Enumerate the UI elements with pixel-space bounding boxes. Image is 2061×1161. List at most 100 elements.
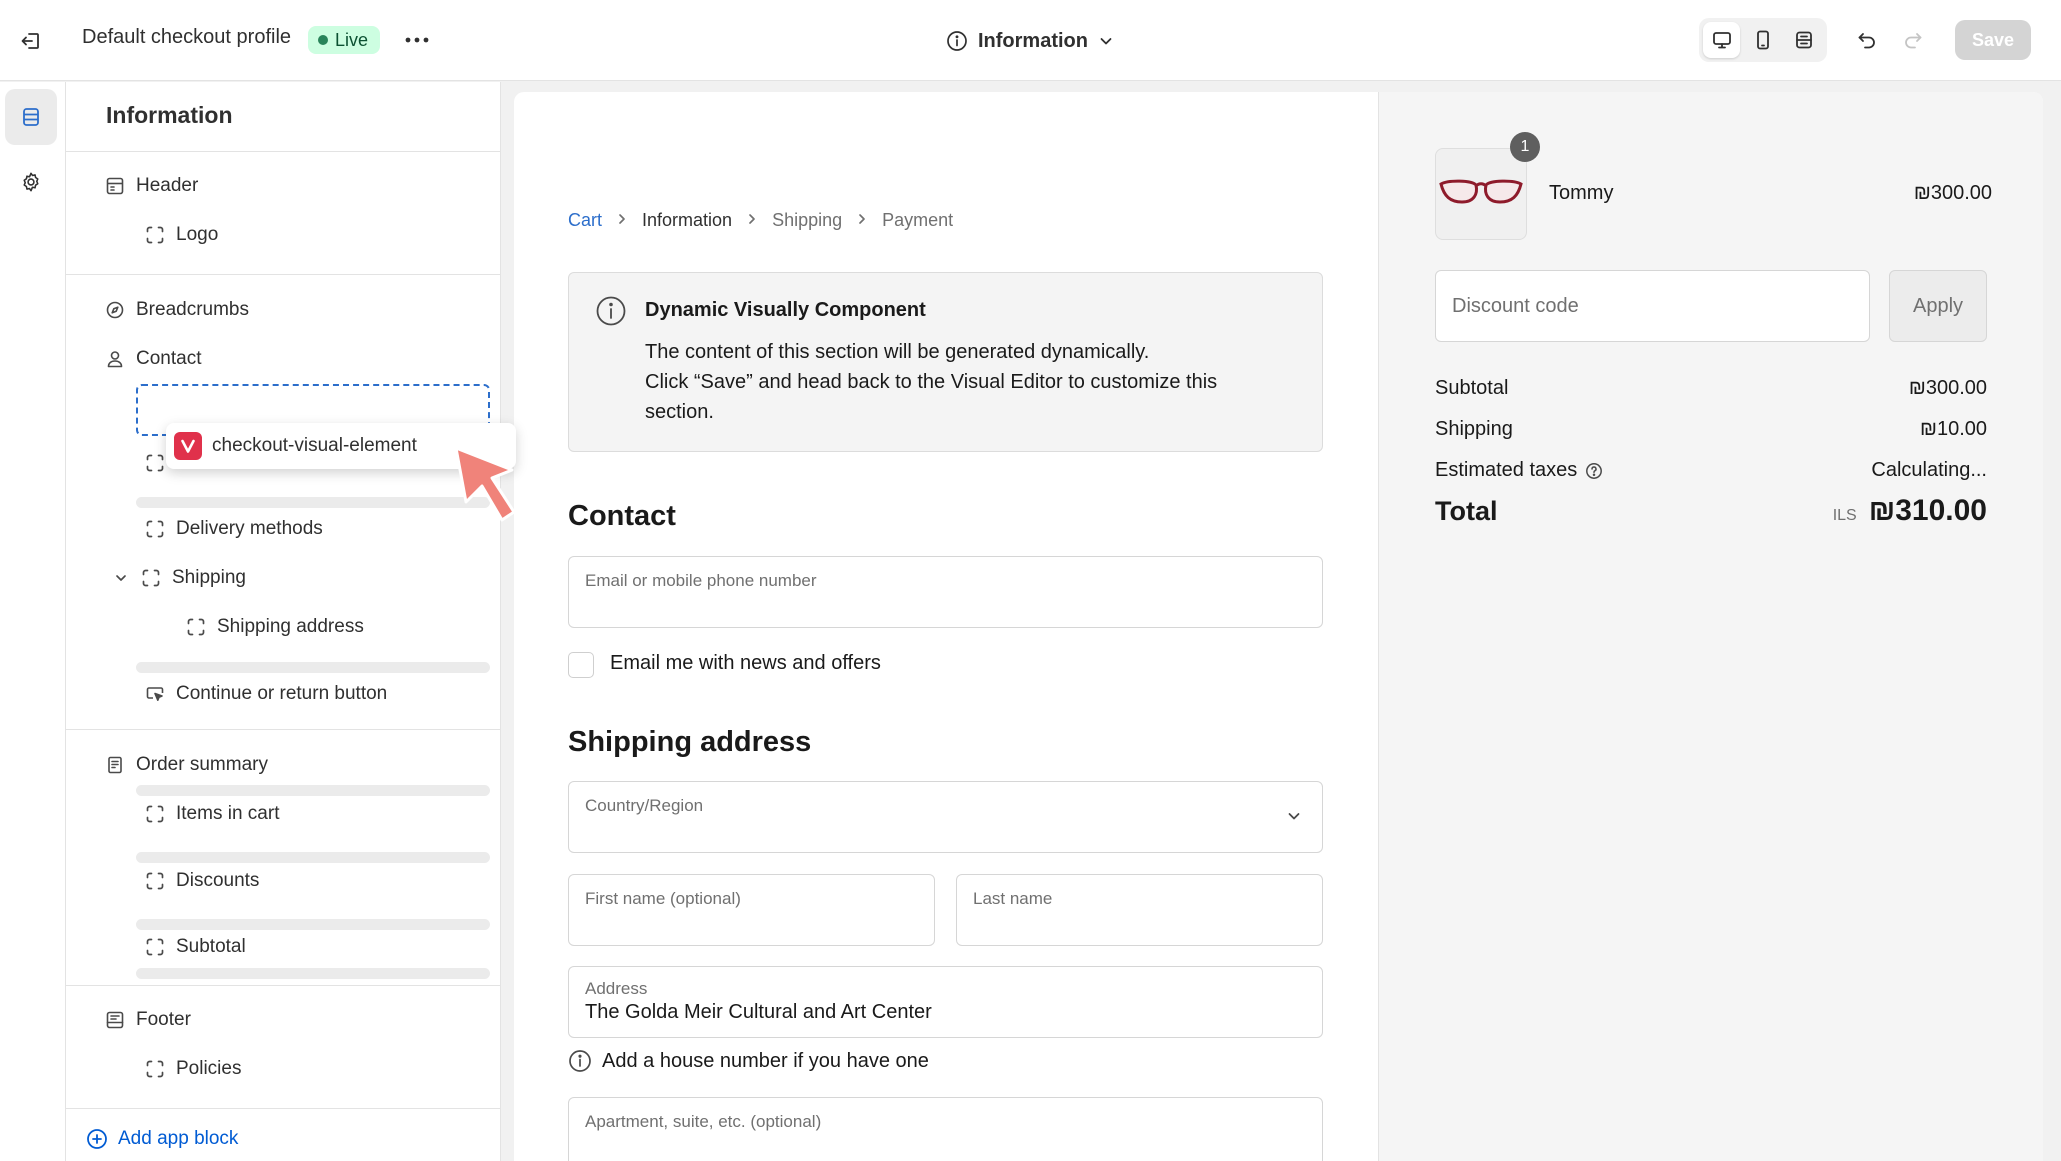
compass-icon xyxy=(104,299,126,321)
apply-discount-button[interactable]: Apply xyxy=(1889,270,1987,342)
address-field[interactable]: Address The Golda Meir Cultural and Art … xyxy=(568,966,1323,1038)
shipping-value: ₪10.00 xyxy=(1919,418,1987,440)
sidebar-item-label: Contact xyxy=(136,348,202,369)
scrollbar-track[interactable] xyxy=(2047,82,2061,1161)
chevron-down-icon xyxy=(1288,813,1300,820)
subtotal-value: ₪300.00 xyxy=(1908,377,1987,399)
sidebar-item-label: Shipping xyxy=(172,567,246,588)
save-button[interactable]: Save xyxy=(1955,20,2031,60)
drop-target-bar xyxy=(136,919,490,930)
plus-circle-icon xyxy=(87,1129,107,1149)
product-name: Tommy xyxy=(1549,182,1614,204)
total-currency: ILS xyxy=(1832,507,1857,524)
sidebar-item-label: Subtotal xyxy=(176,936,246,957)
sidebar-item-discounts[interactable]: Discounts xyxy=(144,866,259,896)
sidebar-item-order-summary[interactable]: Order summary xyxy=(104,750,268,780)
country-select[interactable]: Country/Region xyxy=(568,781,1323,853)
exit-icon[interactable] xyxy=(14,24,48,58)
chevron-right-icon xyxy=(616,212,628,230)
mobile-view-icon[interactable] xyxy=(1744,22,1781,58)
divider xyxy=(66,1108,500,1109)
sidebar-item-continue-button[interactable]: Continue or return button xyxy=(144,679,387,709)
block-dashed-icon xyxy=(144,803,166,825)
sidebar-item-label: Footer xyxy=(136,1009,191,1030)
breadcrumb-payment: Payment xyxy=(882,210,954,230)
sidebar-item-label: Items in cart xyxy=(176,803,280,824)
sidebar-item-shipping[interactable]: Shipping xyxy=(112,563,246,593)
full-width-view-icon[interactable] xyxy=(1786,22,1823,58)
sidebar-item-hidden-block[interactable] xyxy=(144,448,166,478)
info-icon xyxy=(569,1050,591,1072)
dragged-block-label: checkout-visual-element xyxy=(212,435,417,456)
house-number-hint: Add a house number if you have one xyxy=(568,1049,929,1073)
sidebar-item-footer[interactable]: Footer xyxy=(104,1005,191,1035)
block-dashed-icon xyxy=(144,870,166,892)
email-field-label: Email or mobile phone number xyxy=(585,571,817,590)
sidebar-item-header[interactable]: Header xyxy=(104,171,198,201)
drop-target-bar xyxy=(136,662,490,673)
undo-icon[interactable] xyxy=(1848,22,1886,58)
settings-gear-icon[interactable] xyxy=(5,154,57,210)
breadcrumb-cart[interactable]: Cart xyxy=(568,210,602,231)
sidebar-item-shipping-address[interactable]: Shipping address xyxy=(185,612,364,642)
chevron-down-icon[interactable] xyxy=(112,567,130,589)
help-circle-icon[interactable] xyxy=(1585,462,1603,480)
address-value: The Golda Meir Cultural and Art Center xyxy=(585,1001,932,1023)
block-dashed-icon xyxy=(144,1058,166,1080)
chevron-down-icon xyxy=(1100,38,1112,45)
divider xyxy=(66,985,500,986)
sidebar-item-label: Continue or return button xyxy=(176,683,388,704)
last-name-label: Last name xyxy=(973,889,1053,908)
total-amount: ₪310.00 xyxy=(1868,494,1987,527)
sidebar-item-label: Breadcrumbs xyxy=(136,299,249,320)
desktop-view-icon[interactable] xyxy=(1703,22,1741,58)
sidebar-item-label: Order summary xyxy=(136,754,268,775)
sections-icon[interactable] xyxy=(5,89,57,145)
checkout-main-column: Cart Information Shipping Payment Dynami… xyxy=(514,92,1378,1161)
footer-layout-icon xyxy=(104,1009,126,1031)
button-cursor-icon xyxy=(144,683,166,705)
page-selector[interactable]: Information xyxy=(946,24,1114,58)
sidebar-item-breadcrumbs[interactable]: Breadcrumbs xyxy=(104,295,249,325)
divider xyxy=(66,729,500,730)
shipping-row: Shipping ₪10.00 xyxy=(1435,418,1987,441)
block-dashed-icon xyxy=(144,452,166,474)
taxes-value: Calculating... xyxy=(1871,459,1987,481)
block-dashed-icon xyxy=(144,224,166,246)
sidebar-item-items-in-cart[interactable]: Items in cart xyxy=(144,799,279,829)
sidebar-item-label: Shipping address xyxy=(217,616,364,637)
last-name-field[interactable]: Last name xyxy=(956,874,1323,946)
header-layout-icon xyxy=(104,175,126,197)
redo-icon[interactable] xyxy=(1894,22,1932,58)
total-label: Total xyxy=(1435,495,1498,526)
quantity-badge: 1 xyxy=(1510,132,1540,162)
block-dashed-icon xyxy=(144,518,166,540)
newsletter-checkbox[interactable] xyxy=(568,652,594,678)
breadcrumb: Cart Information Shipping Payment xyxy=(568,210,953,231)
add-app-block-button[interactable]: Add app block xyxy=(86,1128,238,1150)
discount-code-input[interactable]: Discount code xyxy=(1435,270,1870,342)
top-bar: Default checkout profile Live Informatio… xyxy=(0,0,2061,81)
status-badge-label: Live xyxy=(335,29,369,50)
sidebar-item-delivery-methods[interactable]: Delivery methods xyxy=(144,514,323,544)
checkout-preview: Cart Information Shipping Payment Dynami… xyxy=(514,92,2043,1161)
sidebar-item-subtotal[interactable]: Subtotal xyxy=(144,932,246,962)
sidebar-item-logo[interactable]: Logo xyxy=(144,220,218,250)
drag-cursor-icon xyxy=(454,446,516,522)
sidebar-item-contact[interactable]: Contact xyxy=(104,344,201,374)
notice-line: Click “Save” and head back to the Visual… xyxy=(645,371,1218,423)
more-actions-icon[interactable] xyxy=(402,26,432,54)
drop-target-bar xyxy=(136,968,490,979)
notice-body: The content of this section will be gene… xyxy=(645,337,1285,427)
drop-target-bar xyxy=(136,852,490,863)
apartment-field[interactable]: Apartment, suite, etc. (optional) xyxy=(568,1097,1323,1161)
sidebar-item-label: Header xyxy=(136,175,199,196)
first-name-field[interactable]: First name (optional) xyxy=(568,874,935,946)
sidebar-item-policies[interactable]: Policies xyxy=(144,1054,241,1084)
email-field[interactable]: Email or mobile phone number xyxy=(568,556,1323,628)
status-badge: Live xyxy=(308,26,381,54)
profile-name: Default checkout profile xyxy=(82,26,292,48)
add-app-block-label: Add app block xyxy=(118,1128,239,1149)
info-icon xyxy=(947,31,967,51)
product-thumbnail xyxy=(1435,148,1527,240)
